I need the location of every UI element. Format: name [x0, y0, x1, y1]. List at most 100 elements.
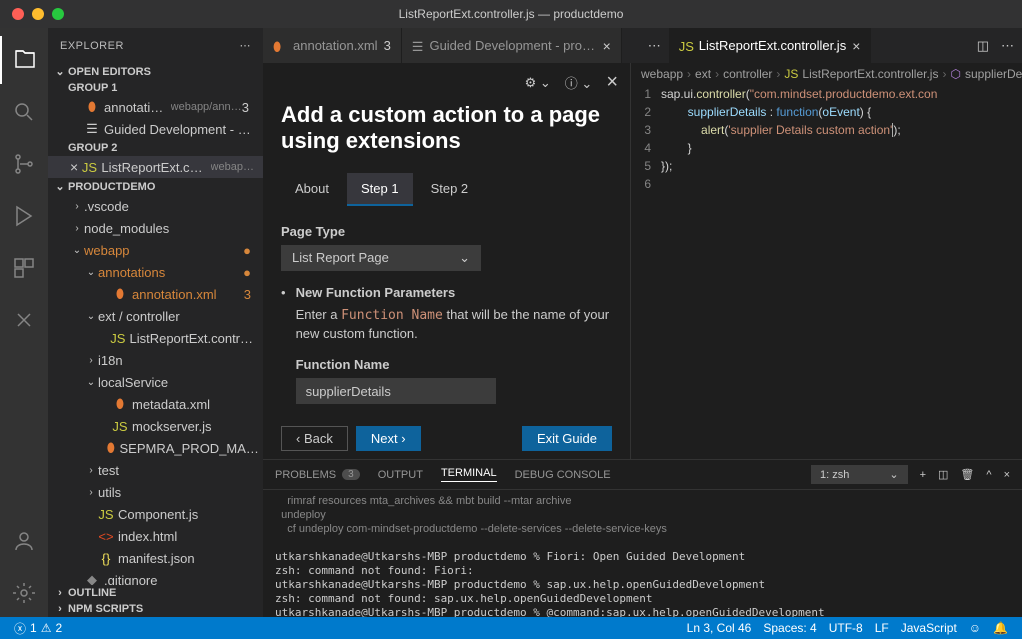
file-sepmra[interactable]: ⬮SEPMRA_PROD_MAN_ANNO_MDL.xml: [48, 437, 263, 459]
close-icon[interactable]: ×: [70, 159, 81, 175]
file-mockserver[interactable]: JSmockserver.js: [48, 415, 263, 437]
folder-webapp[interactable]: ⌄webapp●: [48, 239, 263, 261]
more-icon[interactable]: ⋯: [648, 38, 661, 54]
encoding[interactable]: UTF-8: [823, 621, 869, 635]
more-icon[interactable]: ⋯: [1001, 38, 1014, 54]
file-component[interactable]: JSComponent.js: [48, 503, 263, 525]
errors-warnings[interactable]: ⓧ1 ⚠2: [8, 620, 68, 637]
search-icon[interactable]: [0, 88, 48, 136]
js-icon: JS: [112, 418, 128, 434]
extensions-icon[interactable]: [0, 244, 48, 292]
open-editor-listreport[interactable]: × JS ListReportExt.controller.js webapp/…: [48, 156, 263, 178]
instruction-text: Enter a Function Name that will be the n…: [296, 306, 612, 343]
explorer-icon[interactable]: [0, 36, 48, 84]
xml-icon: ⬮: [106, 440, 115, 456]
tab-guided[interactable]: ☰ Guided Development - productdemo ×: [402, 28, 622, 63]
group-1-label: GROUP 1: [48, 80, 263, 96]
open-editor-guided[interactable]: ☰ Guided Development - productdemo: [48, 118, 263, 140]
output-tab[interactable]: OUTPUT: [378, 469, 423, 481]
tab-about[interactable]: About: [281, 173, 343, 206]
file-listreport-js[interactable]: JSListReportExt.controller.js: [48, 327, 263, 349]
error-icon: ⓧ: [14, 620, 26, 637]
close-window[interactable]: [12, 8, 24, 20]
page-type-select[interactable]: List Report Page ⌄: [281, 245, 481, 271]
new-terminal-icon[interactable]: +: [920, 469, 926, 481]
folder-annotations[interactable]: ⌄annotations●: [48, 261, 263, 283]
cursor-position[interactable]: Ln 3, Col 46: [681, 621, 758, 635]
line-numbers: 123456: [631, 85, 661, 459]
debug-console-tab[interactable]: DEBUG CONSOLE: [515, 469, 611, 481]
eol[interactable]: LF: [869, 621, 895, 635]
tab-listreport[interactable]: JS ListReportExt.controller.js ×: [669, 28, 872, 63]
tab-step1[interactable]: Step 1: [347, 173, 413, 206]
explorer-title: EXPLORER: [60, 40, 124, 52]
exit-guide-button[interactable]: Exit Guide: [522, 426, 612, 451]
folder-localservice[interactable]: ⌄localService: [48, 371, 263, 393]
terminal-tab[interactable]: TERMINAL: [441, 467, 497, 482]
debug-icon[interactable]: [0, 192, 48, 240]
trash-icon[interactable]: 🗑: [960, 468, 974, 481]
folder-test[interactable]: ›test: [48, 459, 263, 481]
maximize-window[interactable]: [52, 8, 64, 20]
folder-vscode[interactable]: ›.vscode: [48, 195, 263, 217]
folder-i18n[interactable]: ›i18n: [48, 349, 263, 371]
xml-icon: ⬮: [112, 396, 128, 412]
editor-tabs: ⬮ annotation.xml 3 ☰ Guided Development …: [263, 28, 1022, 63]
close-icon[interactable]: ×: [603, 38, 611, 54]
feedback-icon[interactable]: ☺: [963, 621, 987, 635]
npm-scripts-section[interactable]: ›NPM SCRIPTS: [48, 601, 263, 617]
outline-section[interactable]: ›OUTLINE: [48, 585, 263, 601]
file-index[interactable]: <>index.html: [48, 525, 263, 547]
code-editor: webapp› ext› controller› JS ListReportEx…: [631, 63, 1022, 459]
more-icon[interactable]: ⋯: [240, 39, 252, 52]
code-area[interactable]: 123456 sap.ui.controller("com.mindset.pr…: [631, 85, 1022, 459]
maximize-panel-icon[interactable]: ^: [986, 469, 991, 481]
tab-step2[interactable]: Step 2: [417, 173, 483, 206]
project-section[interactable]: ⌄PRODUCTDEMO: [48, 178, 263, 195]
folder-utils[interactable]: ›utils: [48, 481, 263, 503]
source-control-icon[interactable]: [0, 140, 48, 188]
file-annotation-xml[interactable]: ⬮annotation.xml3: [48, 283, 263, 305]
js-icon: JS: [98, 506, 114, 522]
split-terminal-icon[interactable]: ◫: [938, 468, 948, 481]
activity-bar: [0, 28, 48, 617]
minimize-window[interactable]: [32, 8, 44, 20]
status-bar: ⓧ1 ⚠2 Ln 3, Col 46 Spaces: 4 UTF-8 LF Ja…: [0, 617, 1022, 639]
language-mode[interactable]: JavaScript: [895, 621, 963, 635]
shell-select[interactable]: 1: zsh⌄: [811, 465, 908, 484]
window-controls: [0, 8, 64, 20]
tab-annotation[interactable]: ⬮ annotation.xml 3: [263, 28, 402, 63]
json-icon: {}: [98, 550, 114, 566]
file-gitignore[interactable]: ◆.gitignore: [48, 569, 263, 585]
indentation[interactable]: Spaces: 4: [757, 621, 822, 635]
info-icon[interactable]: ⓘ ⌄: [565, 73, 593, 92]
back-button[interactable]: ‹ Back: [281, 426, 348, 451]
close-guide-icon[interactable]: ×: [606, 71, 618, 94]
close-panel-icon[interactable]: ×: [1004, 469, 1010, 481]
sidebar: EXPLORER ⋯ ⌄OPEN EDITORS GROUP 1 ⬮ annot…: [48, 28, 263, 617]
file-metadata[interactable]: ⬮metadata.xml: [48, 393, 263, 415]
guide-title: Add a custom action to a page using exte…: [281, 102, 612, 155]
function-name-input[interactable]: [296, 378, 496, 404]
notifications-icon[interactable]: 🔔: [987, 621, 1014, 635]
file-manifest[interactable]: {}manifest.json: [48, 547, 263, 569]
settings-icon[interactable]: [0, 569, 48, 617]
breadcrumb[interactable]: webapp› ext› controller› JS ListReportEx…: [631, 63, 1022, 85]
close-icon[interactable]: ×: [852, 38, 860, 54]
chevron-down-icon: ⌄: [459, 250, 470, 266]
tools-icon[interactable]: [0, 296, 48, 344]
xml-icon: ⬮: [84, 99, 100, 115]
problems-tab[interactable]: PROBLEMS3: [275, 469, 360, 481]
open-editors-section[interactable]: ⌄OPEN EDITORS: [48, 63, 263, 80]
open-editor-annotation[interactable]: ⬮ annotation.xml webapp/annotatio... 3: [48, 96, 263, 118]
js-icon: JS: [784, 67, 798, 81]
next-button[interactable]: Next ›: [356, 426, 421, 451]
code-content[interactable]: sap.ui.controller("com.mindset.productde…: [661, 85, 1022, 459]
gear-icon[interactable]: ⚙ ⌄: [525, 75, 551, 91]
group-2-label: GROUP 2: [48, 140, 263, 156]
folder-ext-controller[interactable]: ⌄ext / controller: [48, 305, 263, 327]
account-icon[interactable]: [0, 517, 48, 565]
split-editor-icon[interactable]: ◫: [977, 38, 989, 54]
terminal-output[interactable]: rimraf resources mta_archives && mbt bui…: [263, 490, 1022, 617]
folder-node-modules[interactable]: ›node_modules: [48, 217, 263, 239]
